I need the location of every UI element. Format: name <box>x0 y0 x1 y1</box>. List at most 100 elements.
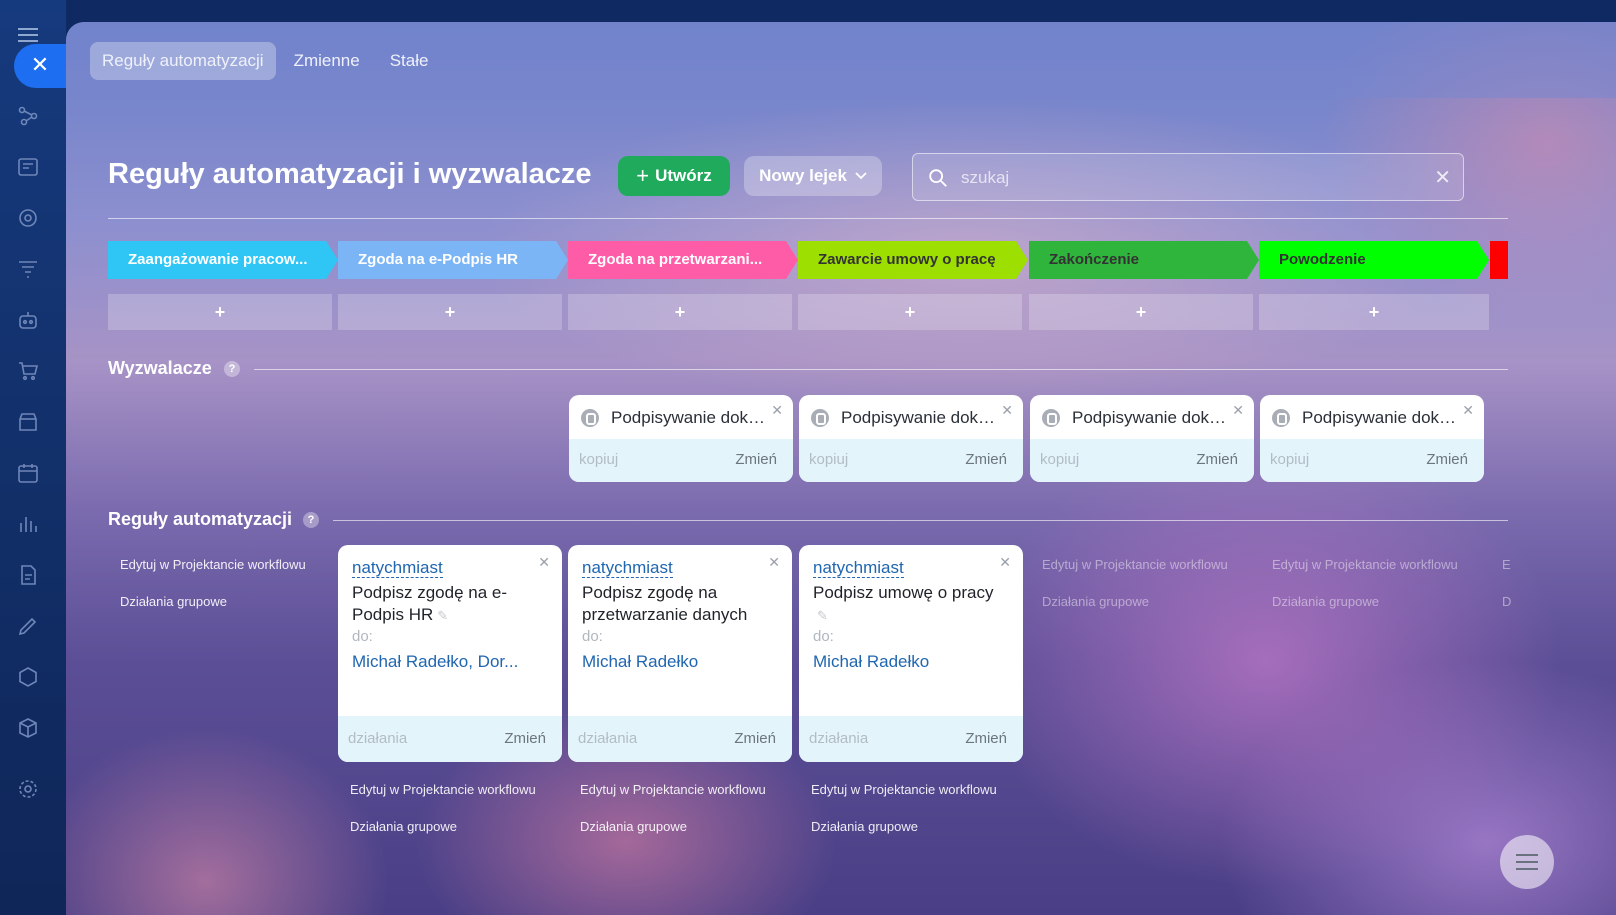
close-icon[interactable]: ✕ <box>1001 403 1013 419</box>
close-icon[interactable]: ✕ <box>771 403 783 419</box>
crm-icon[interactable] <box>16 104 40 128</box>
copy-link[interactable]: kopiuj <box>1270 451 1309 468</box>
add-trigger-button[interactable]: + <box>108 294 332 330</box>
tab-automation-rules[interactable]: Reguły automatyzacji <box>90 42 276 80</box>
sign-icon[interactable] <box>16 614 40 638</box>
cube-icon[interactable] <box>16 716 40 740</box>
help-icon[interactable]: ? <box>224 361 240 377</box>
panel-header: Reguły automatyzacji Zmienne Stałe <box>66 22 1616 98</box>
close-icon[interactable]: ✕ <box>768 555 780 571</box>
copy-link[interactable]: kopiuj <box>809 451 848 468</box>
close-icon[interactable]: ✕ <box>1462 403 1474 419</box>
document-sign-icon <box>1042 409 1060 427</box>
new-funnel-dropdown[interactable]: Nowy lejek <box>744 156 882 196</box>
calendar-icon[interactable] <box>16 461 40 485</box>
triggers-divider <box>254 369 1508 370</box>
contacts-icon[interactable] <box>16 155 40 179</box>
group-actions-link[interactable]: Działania grupowe <box>1272 594 1379 609</box>
automation-rule-card[interactable]: natychmiast ✕ Podpisz zgodę na e-Podpis … <box>338 545 562 762</box>
tab-constants[interactable]: Stałe <box>378 42 441 80</box>
hexagon-icon[interactable] <box>16 665 40 689</box>
automation-rule-card[interactable]: natychmiast ✕ Podpisz umowę o pracy ✎ do:… <box>799 545 1023 762</box>
change-link[interactable]: Zmień <box>734 730 776 747</box>
add-trigger-button[interactable]: + <box>568 294 792 330</box>
rule-assignee-link[interactable]: Michał Radełko <box>582 652 778 672</box>
trigger-card[interactable]: Podpisywanie doku... ✕ kopiuj Zmień <box>1030 395 1254 482</box>
copy-link[interactable]: kopiuj <box>1040 451 1079 468</box>
trigger-label: Podpisywanie doku... <box>1072 408 1232 427</box>
pencil-icon[interactable]: ✎ <box>817 606 828 628</box>
change-link[interactable]: Zmień <box>965 730 1007 747</box>
help-icon[interactable]: ? <box>303 512 319 528</box>
trigger-card[interactable]: Podpisywanie doku... ✕ kopiuj Zmień <box>799 395 1023 482</box>
robot-icon[interactable] <box>16 308 40 332</box>
funnel-icon[interactable] <box>16 257 40 281</box>
automation-rule-card[interactable]: natychmiast ✕ Podpisz zgodę na przetwarz… <box>568 545 792 762</box>
rule-assignee-link[interactable]: Michał Radełko <box>813 652 1009 672</box>
close-icon[interactable]: ✕ <box>999 555 1011 571</box>
edit-in-designer-link[interactable]: Edytuj w Projektancie workflowu <box>120 557 306 572</box>
rule-timing-link[interactable]: natychmiast <box>813 559 904 578</box>
tab-variables[interactable]: Zmienne <box>282 42 372 80</box>
page-title: Reguły automatyzacji i wyzwalacze <box>108 158 592 190</box>
trigger-card[interactable]: Podpisywanie doku... ✕ kopiuj Zmień <box>1260 395 1484 482</box>
change-link[interactable]: Zmień <box>735 451 777 468</box>
menu-fab-button[interactable] <box>1500 835 1554 889</box>
add-trigger-button[interactable]: + <box>798 294 1022 330</box>
stage-header: Powodzenie <box>1259 241 1489 279</box>
documents-icon[interactable] <box>16 563 40 587</box>
settings-icon[interactable] <box>16 777 40 801</box>
rule-timing-link[interactable]: natychmiast <box>352 559 443 578</box>
edit-in-designer-link[interactable]: Edytuj w Projektancie workflowu <box>580 782 766 797</box>
group-actions-link[interactable]: Działania grupowe <box>350 819 457 834</box>
change-link[interactable]: Zmień <box>1426 451 1468 468</box>
add-trigger-button[interactable]: + <box>1029 294 1253 330</box>
actions-link[interactable]: działania <box>809 730 868 747</box>
target-icon[interactable] <box>16 206 40 230</box>
edit-in-designer-link-partial[interactable]: E <box>1502 557 1511 572</box>
store-icon[interactable] <box>16 410 40 434</box>
search-icon <box>929 169 947 187</box>
edit-in-designer-link[interactable]: Edytuj w Projektancie workflowu <box>811 782 997 797</box>
group-actions-link[interactable]: Działania grupowe <box>580 819 687 834</box>
left-sidebar: ✕ <box>0 0 66 915</box>
group-actions-link[interactable]: Działania grupowe <box>120 594 227 609</box>
search-input[interactable] <box>961 162 1421 194</box>
change-link[interactable]: Zmień <box>504 730 546 747</box>
document-sign-icon <box>811 409 829 427</box>
trigger-label: Podpisywanie doku... <box>841 408 1001 427</box>
trigger-label: Podpisywanie doku... <box>611 408 771 427</box>
edit-in-designer-link[interactable]: Edytuj w Projektancie workflowu <box>1272 557 1458 572</box>
copy-link[interactable]: kopiuj <box>579 451 618 468</box>
plus-icon: + <box>636 163 650 188</box>
group-actions-link[interactable]: Działania grupowe <box>811 819 918 834</box>
stage-label: Zgoda na e-Podpis HR <box>358 251 519 268</box>
actions-link[interactable]: działania <box>578 730 637 747</box>
trigger-card[interactable]: Podpisywanie doku... ✕ kopiuj Zmień <box>569 395 793 482</box>
add-trigger-button[interactable]: + <box>1259 294 1489 330</box>
add-trigger-button[interactable]: + <box>338 294 562 330</box>
triggers-title: Wyzwalacze <box>108 358 212 378</box>
group-actions-link-partial[interactable]: D <box>1502 594 1511 609</box>
actions-link[interactable]: działania <box>348 730 407 747</box>
rule-to-label: do: <box>352 628 373 645</box>
close-icon[interactable]: ✕ <box>538 555 550 571</box>
edit-in-designer-link[interactable]: Edytuj w Projektancie workflowu <box>1042 557 1228 572</box>
change-link[interactable]: Zmień <box>1196 451 1238 468</box>
rule-timing-link[interactable]: natychmiast <box>582 559 673 578</box>
group-actions-link[interactable]: Działania grupowe <box>1042 594 1149 609</box>
rule-assignee-link[interactable]: Michał Radełko, Dor... <box>352 652 548 672</box>
pencil-icon[interactable]: ✎ <box>437 606 448 628</box>
edit-in-designer-link[interactable]: Edytuj w Projektancie workflowu <box>350 782 536 797</box>
close-icon[interactable]: ✕ <box>1232 403 1244 419</box>
analytics-icon[interactable] <box>16 512 40 536</box>
change-link[interactable]: Zmień <box>965 451 1007 468</box>
close-slider-button[interactable]: ✕ <box>14 44 66 88</box>
rules-divider <box>333 520 1508 521</box>
search-box: ✕ <box>912 153 1464 201</box>
menu-icon[interactable] <box>18 28 38 42</box>
create-button[interactable]: + Utwórz <box>618 156 730 196</box>
stage-header-partial <box>1490 241 1508 279</box>
cart-icon[interactable] <box>16 359 40 383</box>
clear-icon[interactable]: ✕ <box>1434 165 1451 189</box>
